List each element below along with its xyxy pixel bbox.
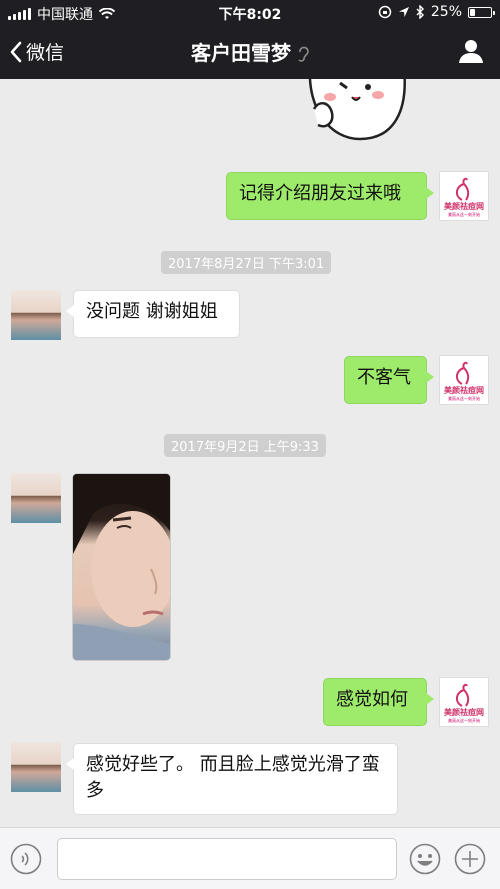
nav-bar: 微信 客户田雪梦	[0, 26, 500, 79]
brand-slogan: 美丽从这一刻开始	[448, 396, 480, 401]
timestamp: 2017年8月27日 下午3:01	[161, 251, 332, 274]
chat-title-text: 客户田雪梦	[191, 41, 291, 65]
brand-slogan: 美丽从这一刻开始	[448, 718, 480, 723]
emoji-button[interactable]	[409, 843, 441, 879]
person-icon	[459, 40, 483, 63]
plus-icon	[454, 843, 486, 875]
voice-icon	[10, 843, 42, 875]
message-sent[interactable]: 记得介绍朋友过来哦	[226, 172, 434, 220]
brand-logo-icon	[456, 683, 470, 707]
emoji-icon	[409, 843, 441, 875]
contact-avatar[interactable]	[11, 473, 61, 523]
brand-slogan: 美丽从这一刻开始	[448, 212, 480, 217]
brand-name: 美颜祛痘网	[444, 708, 484, 717]
contact-avatar[interactable]	[11, 290, 61, 340]
my-avatar[interactable]: 美颜祛痘网 美丽从这一刻开始	[439, 355, 489, 405]
timestamp: 2017年9月2日 上午9:33	[164, 434, 326, 457]
selfie-photo	[73, 474, 170, 660]
brand-name: 美颜祛痘网	[444, 386, 484, 395]
status-bar: 中国联通 下午8:02 25%	[0, 0, 500, 26]
message-input[interactable]	[57, 838, 397, 880]
brand-logo-icon	[456, 361, 470, 385]
chat-area[interactable]: 记得介绍朋友过来哦 美颜祛痘网 美丽从这一刻开始 2017年8月27日 下午3:…	[0, 79, 500, 827]
profile-button[interactable]	[458, 38, 484, 68]
photo-message[interactable]	[72, 473, 171, 661]
cat-sticker	[308, 79, 406, 141]
my-avatar[interactable]: 美颜祛痘网 美丽从这一刻开始	[439, 171, 489, 221]
chat-title: 客户田雪梦	[0, 37, 500, 66]
voice-button[interactable]	[10, 843, 42, 879]
message-sent[interactable]: 不客气	[344, 356, 434, 404]
message-received[interactable]: 感觉好些了。 而且脸上感觉光滑了蛮多	[66, 743, 398, 815]
rotation-lock-icon	[378, 5, 392, 19]
contact-avatar[interactable]	[11, 742, 61, 792]
more-button[interactable]	[454, 843, 486, 879]
my-avatar[interactable]: 美颜祛痘网 美丽从这一刻开始	[439, 677, 489, 727]
top-bar: 中国联通 下午8:02 25% 微信 客户田雪梦	[0, 0, 500, 79]
location-icon	[398, 7, 409, 17]
bluetooth-icon	[416, 5, 424, 19]
composer-bar	[0, 827, 500, 889]
battery-icon	[468, 6, 495, 18]
brand-name: 美颜祛痘网	[444, 202, 484, 211]
brand-logo-icon	[456, 177, 470, 201]
ear-icon	[298, 46, 309, 62]
message-sent[interactable]: 感觉如何	[323, 678, 434, 726]
battery-percent: 25%	[430, 4, 462, 20]
message-received[interactable]: 没问题 谢谢姐姐	[66, 290, 240, 338]
battery-level	[470, 8, 475, 16]
